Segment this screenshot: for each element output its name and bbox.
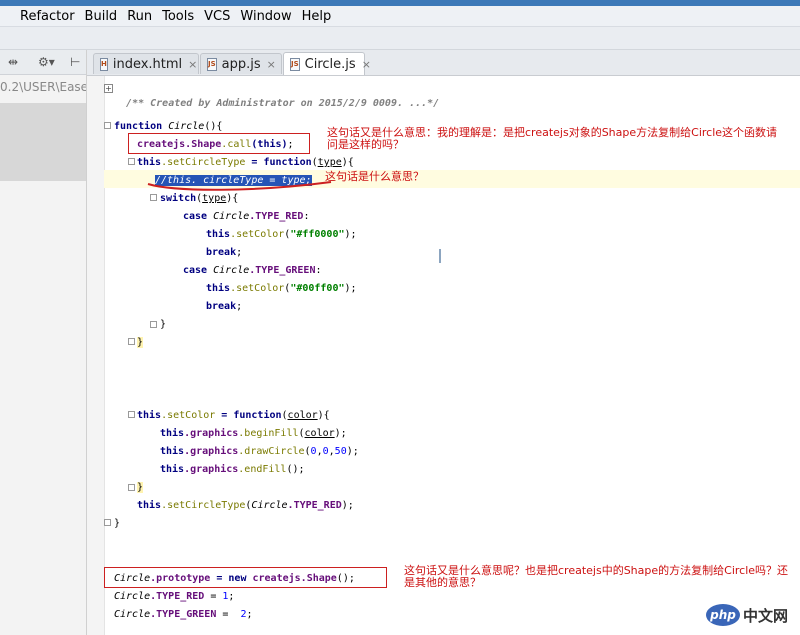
project-tree-selection[interactable] [0, 103, 86, 181]
annotation-underline [147, 181, 332, 191]
code-line-type-red-assign[interactable]: Circle.TYPE_RED = 1; [114, 590, 234, 603]
code-line-set-color-red[interactable]: this.setColor("#ff0000"); [206, 228, 357, 241]
gear-icon[interactable]: ⚙▾ [38, 55, 55, 69]
tab-label: app.js [221, 56, 261, 72]
code-line-function-close[interactable]: } [114, 517, 120, 530]
code-line-function-decl[interactable]: function Circle(){ [114, 120, 222, 133]
tab-label: index.html [112, 56, 183, 72]
code-line-break-1[interactable]: break; [206, 246, 242, 259]
php-logo: php [706, 604, 740, 626]
menu-build[interactable]: Build [85, 9, 118, 24]
tab-index-html[interactable]: H index.html × [93, 53, 199, 74]
code-line-draw-circle[interactable]: this.graphics.drawCircle(0,0,50); [160, 445, 359, 458]
mouse-cursor [439, 249, 441, 263]
code-line-header-comment[interactable]: /** Created by Administrator on 2015/2/9… [114, 84, 439, 110]
watermark-text: 中文网 [743, 606, 789, 625]
fold-icon[interactable] [128, 338, 135, 345]
project-panel: ⇹ ⚙▾ ⊢ 0.2\USER\Ease [0, 50, 87, 635]
tab-app-js[interactable]: JS app.js × [200, 53, 282, 74]
code-line-switch-close[interactable]: } [160, 318, 166, 331]
code-line-begin-fill[interactable]: this.graphics.beginFill(color); [160, 427, 347, 440]
collapse-icon[interactable]: ⊢ [70, 55, 80, 69]
code-line-set-color-close[interactable]: } [137, 481, 144, 494]
code-line-set-color-decl[interactable]: this.setColor = function(color){ [137, 409, 330, 422]
editor-gutter [87, 76, 105, 635]
fold-icon[interactable] [104, 122, 111, 129]
annotation-text-shape-call: 这句话又是什么意思：我的理解是：是把createjs对象的Shape方法复制给C… [327, 126, 778, 151]
code-line-set-color-green[interactable]: this.setColor("#00ff00"); [206, 282, 357, 295]
expand-icon[interactable]: + [104, 84, 113, 93]
close-icon[interactable]: × [188, 58, 197, 71]
fold-icon[interactable] [104, 519, 111, 526]
tab-circle-js[interactable]: JS Circle.js × [283, 52, 371, 75]
annotation-box-shape-call [128, 133, 310, 154]
fold-icon[interactable] [150, 194, 157, 201]
fold-icon[interactable] [150, 321, 157, 328]
code-line-case-green[interactable]: case Circle.TYPE_GREEN: [183, 264, 322, 277]
menu-bar: Refactor Build Run Tools VCS Window Help [0, 6, 800, 27]
menu-tools[interactable]: Tools [162, 9, 194, 24]
html-file-icon: H [100, 57, 108, 71]
project-path[interactable]: 0.2\USER\Ease [0, 80, 86, 94]
php-watermark: php 中文网 [706, 604, 788, 626]
menu-help[interactable]: Help [302, 9, 332, 24]
code-line-end-fill[interactable]: this.graphics.endFill(); [160, 463, 305, 476]
menu-run[interactable]: Run [127, 9, 152, 24]
code-line-set-circle-type-call[interactable]: this.setCircleType(Circle.TYPE_RED); [137, 499, 354, 512]
menu-refactor[interactable]: Refactor [20, 9, 75, 24]
project-panel-header: ⇹ ⚙▾ ⊢ [0, 50, 86, 75]
code-line-set-circle-type-close[interactable]: } [137, 336, 144, 349]
code-line-break-2[interactable]: break; [206, 300, 242, 313]
fold-icon[interactable] [128, 484, 135, 491]
toolbar [0, 27, 800, 50]
fold-icon[interactable] [128, 158, 135, 165]
code-line-case-red[interactable]: case Circle.TYPE_RED: [183, 210, 309, 223]
code-line-set-circle-type[interactable]: this.setCircleType = function(type){ [137, 156, 354, 169]
js-file-icon: JS [290, 57, 300, 71]
annotation-box-prototype [104, 567, 387, 588]
code-line-type-green-assign[interactable]: Circle.TYPE_GREEN = 2; [114, 608, 253, 621]
annotation-text-selected-comment: 这句话是什么意思？ [325, 170, 424, 183]
split-icon[interactable]: ⇹ [8, 55, 18, 69]
fold-icon[interactable] [128, 411, 135, 418]
annotation-text-prototype: 这句话又是什么意思呢？也是把createjs中的Shape的方法复制给Circl… [404, 564, 789, 589]
menu-vcs[interactable]: VCS [204, 9, 230, 24]
close-icon[interactable]: × [267, 58, 276, 71]
js-file-icon: JS [207, 57, 217, 71]
menu-window[interactable]: Window [240, 9, 291, 24]
close-icon[interactable]: × [362, 58, 371, 71]
tab-label: Circle.js [304, 56, 356, 72]
editor-tab-bar: H index.html × JS app.js × JS Circle.js … [87, 50, 800, 76]
